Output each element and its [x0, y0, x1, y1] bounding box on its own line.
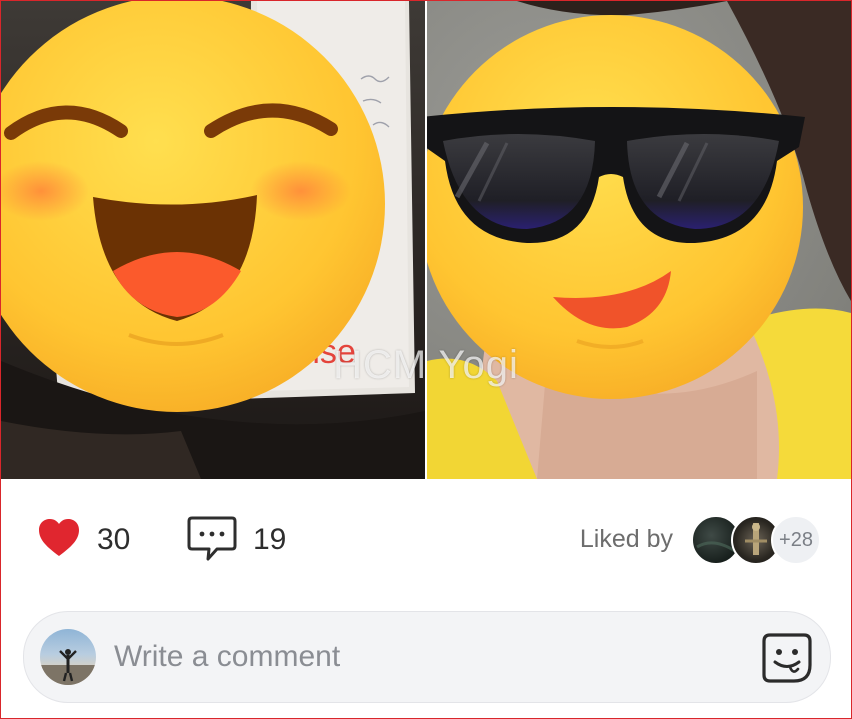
engagement-bar: 30 19 Liked by +28	[1, 479, 851, 603]
comment-input[interactable]	[114, 634, 714, 680]
post-photos[interactable]: rise HCM Yogi	[1, 1, 851, 479]
liked-by-label[interactable]: Liked by	[580, 525, 673, 554]
heart-icon[interactable]	[37, 518, 81, 563]
photo-right-scene	[427, 1, 851, 479]
user-avatar	[40, 629, 96, 685]
photo-left[interactable]: rise	[1, 1, 425, 479]
post-card: rise HCM Yogi 30 19 Liked by +28 Write a…	[0, 0, 852, 719]
photo-left-scene: rise	[1, 1, 425, 479]
comment-bubble-icon[interactable]	[187, 515, 237, 566]
comments-button[interactable]: 19	[187, 515, 286, 565]
watermark-text: HCM Yogi	[333, 343, 519, 387]
like-button[interactable]: 30	[37, 515, 130, 565]
sticker-smiley-icon[interactable]	[760, 631, 814, 685]
comments-count: 19	[253, 523, 287, 556]
photo-right[interactable]	[427, 1, 851, 479]
more-likers-badge[interactable]: +28	[771, 515, 821, 565]
comment-composer	[23, 611, 831, 703]
liked-by-avatars[interactable]: +28	[691, 515, 821, 565]
likes-count: 30	[97, 523, 131, 556]
